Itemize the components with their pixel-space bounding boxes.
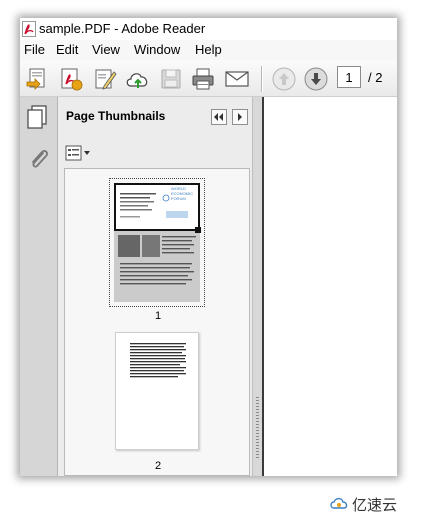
chevron-right-icon — [238, 113, 242, 121]
open-icon — [26, 68, 45, 90]
page-2-text-content — [130, 343, 186, 378]
upload-button[interactable] — [125, 66, 151, 92]
previous-page-button[interactable] — [271, 66, 297, 92]
page-thumbnails-panel: Page Thumbnails WORLD ECONOMIC FORUM 1 2 — [58, 97, 252, 476]
document-view[interactable] — [262, 97, 397, 476]
upload-icon — [126, 73, 148, 88]
page-thumbnail-1[interactable]: WORLD ECONOMIC FORUM — [109, 178, 205, 307]
document-view-edge — [262, 97, 264, 476]
wef-logo: WORLD ECONOMIC FORUM — [171, 186, 193, 201]
menu-window[interactable]: Window — [134, 42, 180, 57]
watermark: 亿速云 — [330, 494, 435, 514]
splitter-grip — [256, 430, 259, 431]
print-button[interactable] — [190, 66, 216, 92]
app-window: sample.PDF - Adobe Reader File Edit View… — [20, 18, 397, 476]
splitter-grip — [256, 445, 259, 446]
splitter-grip — [256, 439, 259, 440]
splitter-grip — [256, 397, 259, 398]
thumbnail-list: WORLD ECONOMIC FORUM 1 2 — [64, 168, 250, 476]
sign-icon — [95, 69, 117, 90]
splitter-grip — [256, 403, 259, 404]
menu-edit[interactable]: Edit — [56, 42, 78, 57]
page-1-preview: WORLD ECONOMIC FORUM — [114, 183, 201, 302]
splitter-grip — [256, 433, 259, 434]
page-thumbnails-icon[interactable] — [24, 103, 52, 131]
create-pdf-button[interactable] — [58, 66, 84, 92]
panel-splitter[interactable] — [252, 97, 262, 476]
double-chevron-left-icon — [214, 113, 223, 121]
splitter-grip — [256, 424, 259, 425]
splitter-grip — [256, 409, 259, 410]
sign-button[interactable] — [92, 66, 118, 92]
page-label-1: 1 — [154, 310, 162, 322]
splitter-grip — [256, 418, 259, 419]
menu-bar: File Edit View Window Help — [20, 40, 397, 60]
thumbnail-options-button[interactable] — [65, 144, 93, 162]
toolbar: 1 / 2 — [20, 60, 397, 97]
splitter-grip — [256, 457, 259, 458]
window-title: sample.PDF - Adobe Reader — [39, 21, 206, 36]
menu-view[interactable]: View — [92, 42, 120, 57]
attachment-icon[interactable] — [24, 145, 52, 173]
save-button[interactable] — [158, 66, 184, 92]
menu-file[interactable]: File — [24, 42, 45, 57]
page-number-input[interactable]: 1 — [337, 66, 361, 88]
splitter-grip — [256, 448, 259, 449]
splitter-grip — [256, 427, 259, 428]
toolbar-separator — [261, 66, 262, 92]
visible-area-resize-handle[interactable] — [195, 227, 201, 233]
splitter-grip — [256, 454, 259, 455]
page-label-2: 2 — [154, 460, 162, 472]
splitter-grip — [256, 421, 259, 422]
page-thumbnail-2[interactable] — [115, 332, 199, 450]
splitter-grip — [256, 406, 259, 407]
splitter-grip — [256, 451, 259, 452]
splitter-grip — [256, 400, 259, 401]
email-button[interactable] — [224, 66, 250, 92]
splitter-grip — [256, 415, 259, 416]
collapse-panel-button[interactable] — [211, 109, 227, 125]
watermark-text: 亿速云 — [352, 497, 398, 514]
page-1-body-content — [118, 235, 196, 285]
print-icon — [192, 68, 214, 90]
cloud-logo-icon — [330, 497, 348, 509]
previous-page-icon — [272, 67, 296, 91]
create-pdf-icon — [61, 68, 83, 91]
splitter-grip — [256, 412, 259, 413]
expand-panel-button[interactable] — [232, 109, 248, 125]
page-total-label: / 2 — [368, 70, 383, 85]
next-page-icon — [304, 67, 328, 91]
next-page-button[interactable] — [303, 66, 329, 92]
navigation-rail — [20, 97, 58, 476]
adobe-reader-icon — [22, 21, 36, 37]
open-button[interactable] — [25, 66, 51, 92]
splitter-grip — [256, 436, 259, 437]
save-icon — [161, 69, 181, 89]
title-bar[interactable]: sample.PDF - Adobe Reader — [20, 18, 397, 40]
splitter-grip — [256, 442, 259, 443]
email-icon — [225, 71, 249, 87]
menu-help[interactable]: Help — [195, 42, 222, 57]
thumbnail-options-icon — [65, 145, 90, 161]
panel-title: Page Thumbnails — [66, 109, 166, 123]
